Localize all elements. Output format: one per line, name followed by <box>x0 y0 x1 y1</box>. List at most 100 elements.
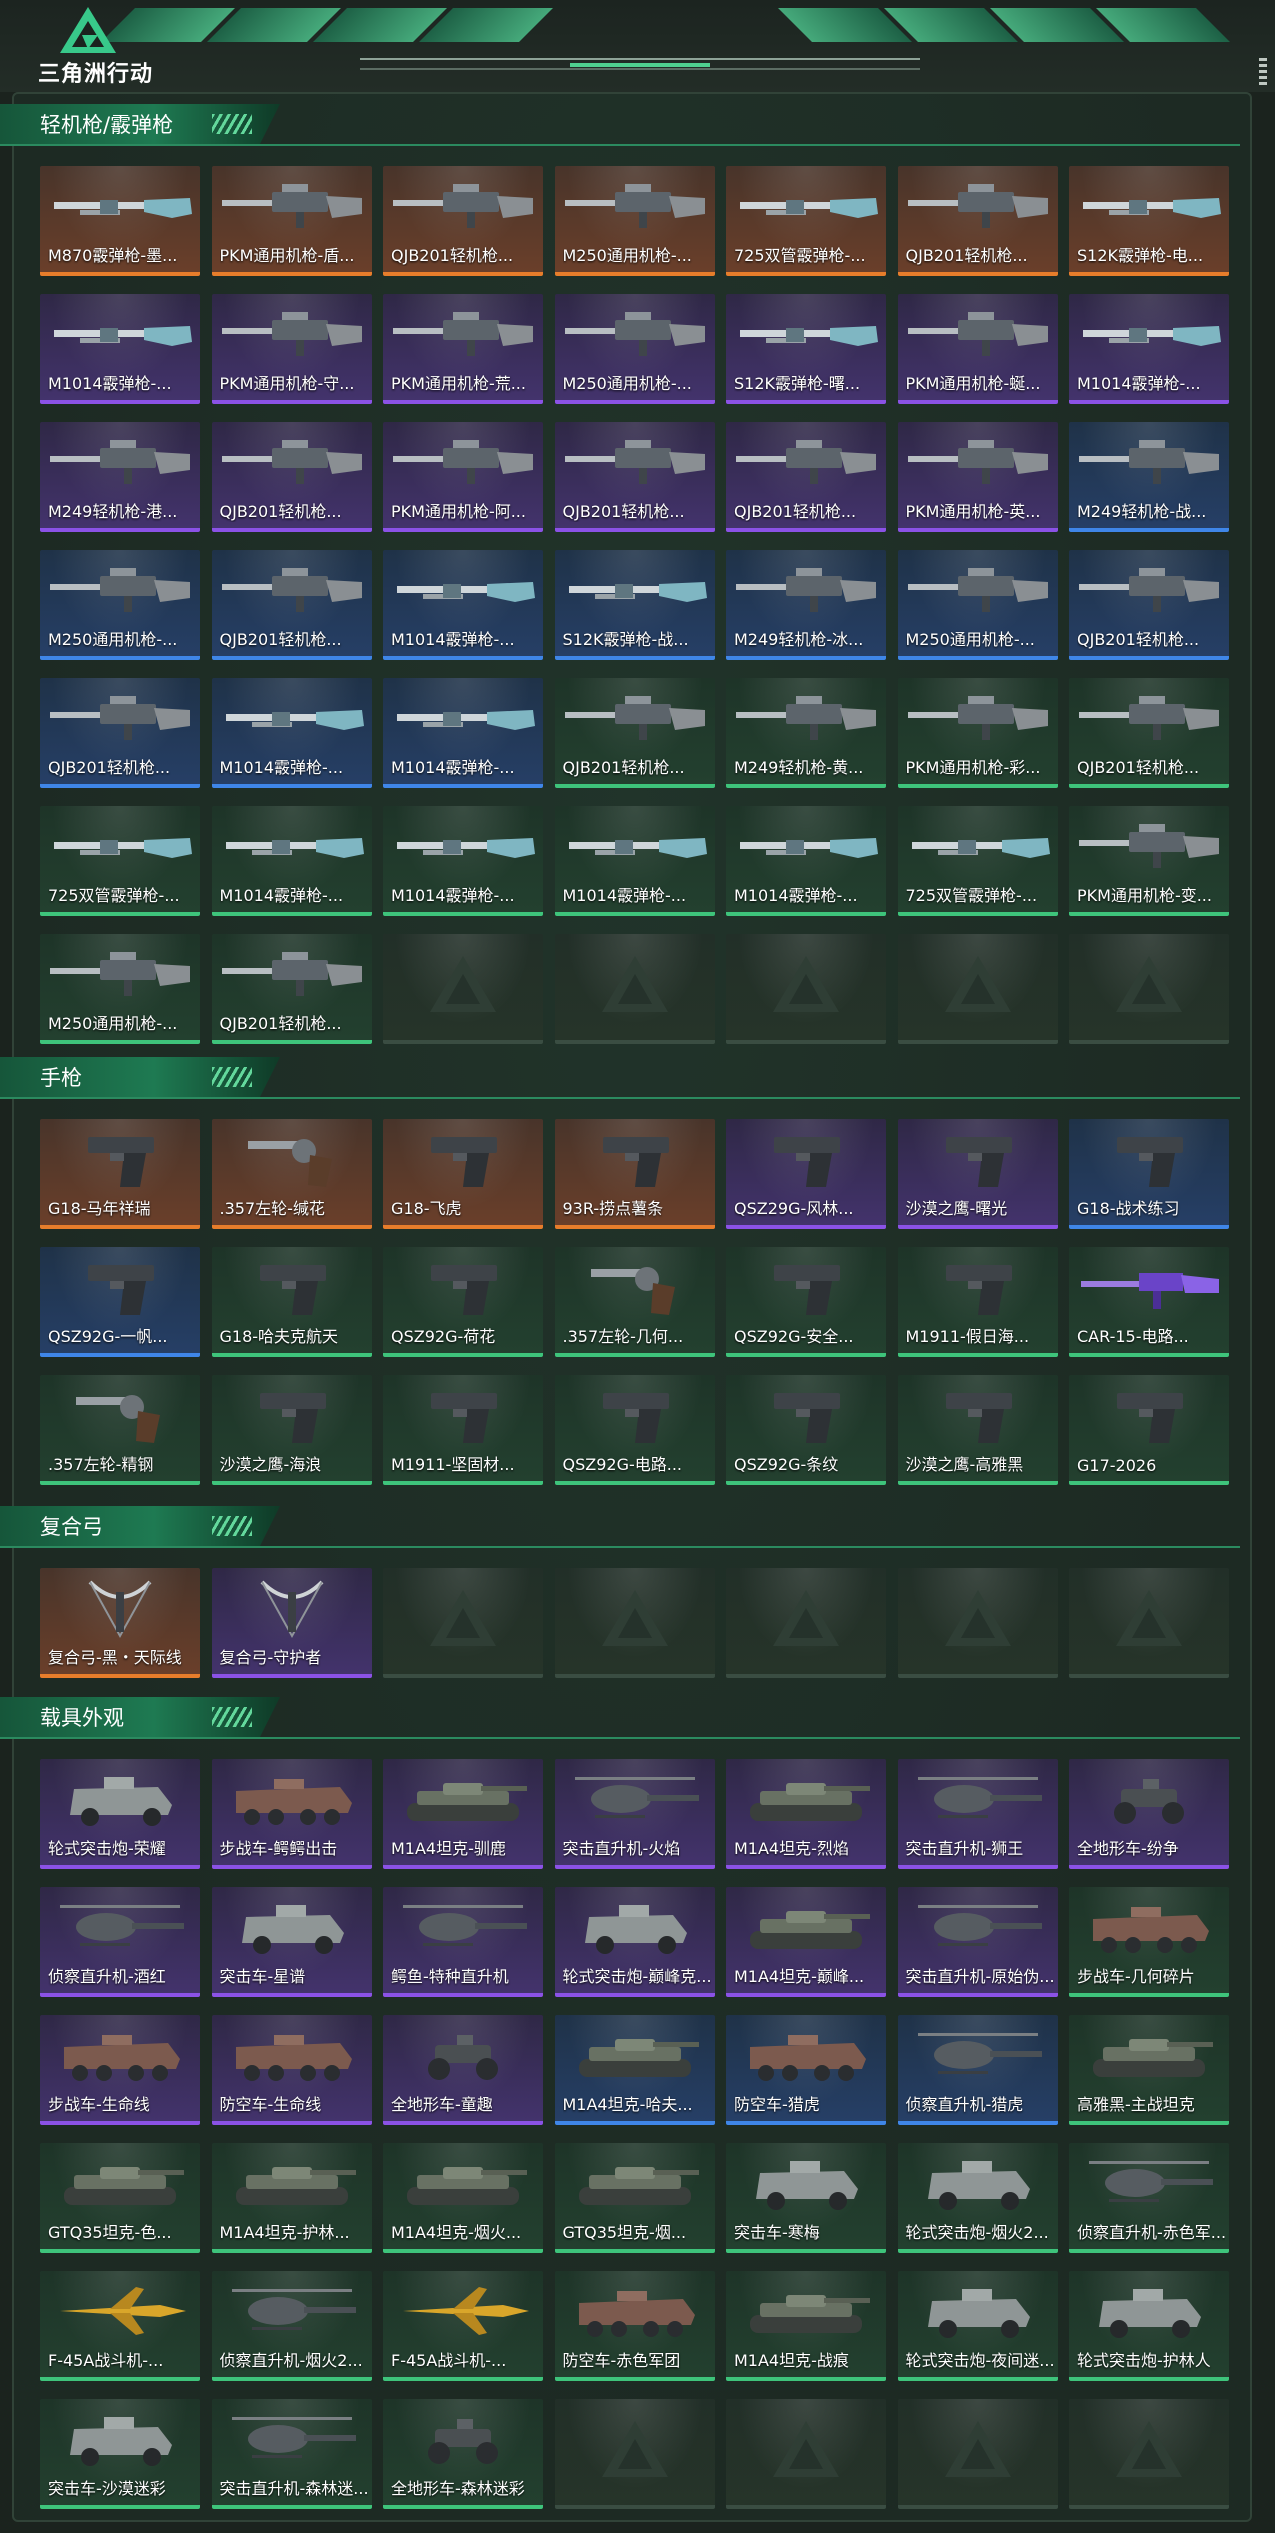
item-card[interactable]: QJB201轻机枪... <box>554 422 715 532</box>
item-card[interactable]: 步战车-几何碎片 <box>1069 1887 1229 1997</box>
item-card[interactable]: 突击直升机-狮王 <box>897 1759 1058 1869</box>
item-card[interactable]: M1014霰弹枪-... <box>211 678 372 788</box>
item-card[interactable]: PKM通用机枪-守... <box>211 294 372 404</box>
item-card[interactable]: 轮式突击炮-夜间迷... <box>897 2271 1058 2381</box>
item-card[interactable]: .357左轮-缄花 <box>211 1119 372 1229</box>
item-card[interactable]: 轮式突击炮-巅峰克... <box>554 1887 715 1997</box>
item-card[interactable]: QSZ92G-条纹 <box>726 1375 886 1485</box>
item-card[interactable]: 防空车-赤色军团 <box>554 2271 715 2381</box>
item-card[interactable]: 复合弓-黑・天际线 <box>40 1568 200 1678</box>
item-card[interactable]: 725双管霰弹枪-... <box>40 806 200 916</box>
item-card[interactable]: M1911-假日海... <box>897 1247 1058 1357</box>
item-card[interactable]: M249轻机枪-港... <box>40 422 200 532</box>
item-card[interactable]: M1014霰弹枪-... <box>1069 294 1229 404</box>
item-card[interactable]: 突击车-寒梅 <box>726 2143 886 2253</box>
item-card[interactable]: M250通用机枪-... <box>40 550 200 660</box>
item-card[interactable]: QJB201轻机枪... <box>554 678 715 788</box>
item-card[interactable]: M1014霰弹枪-... <box>383 678 543 788</box>
item-card[interactable]: S12K霰弹枪-战... <box>554 550 715 660</box>
item-card[interactable]: QJB201轻机枪... <box>726 422 886 532</box>
item-card[interactable]: G18-哈夫克航天 <box>211 1247 372 1357</box>
item-card[interactable]: M1014霰弹枪-... <box>211 806 372 916</box>
item-card[interactable]: 侦察直升机-酒红 <box>40 1887 200 1997</box>
item-card[interactable]: 725双管霰弹枪-... <box>726 166 886 276</box>
item-card[interactable]: QJB201轻机枪... <box>40 678 200 788</box>
item-card[interactable]: 突击直升机-火焰 <box>554 1759 715 1869</box>
item-card[interactable]: S12K霰弹枪-电... <box>1069 166 1229 276</box>
item-card[interactable]: QJB201轻机枪... <box>211 550 372 660</box>
item-card[interactable]: M1014霰弹枪-... <box>554 806 715 916</box>
item-card[interactable]: PKM通用机枪-变... <box>1069 806 1229 916</box>
item-card[interactable]: 步战车-生命线 <box>40 2015 200 2125</box>
item-card[interactable]: M870霰弹枪-墨... <box>40 166 200 276</box>
item-card[interactable]: M1A4坦克-烟火... <box>383 2143 543 2253</box>
item-card[interactable]: PKM通用机枪-盾... <box>211 166 372 276</box>
item-card[interactable]: 复合弓-守护者 <box>211 1568 372 1678</box>
item-card[interactable]: PKM通用机枪-英... <box>897 422 1058 532</box>
item-card[interactable]: QJB201轻机枪... <box>211 934 372 1044</box>
item-card[interactable]: QSZ92G-荷花 <box>383 1247 543 1357</box>
item-card[interactable]: 突击直升机-原始伪... <box>897 1887 1058 1997</box>
item-card[interactable]: F-45A战斗机-... <box>40 2271 200 2381</box>
item-card[interactable]: 突击车-沙漠迷彩 <box>40 2399 200 2509</box>
item-card[interactable]: PKM通用机枪-蜒... <box>897 294 1058 404</box>
item-card[interactable]: M249轻机枪-战... <box>1069 422 1229 532</box>
item-card[interactable]: .357左轮-精钢 <box>40 1375 200 1485</box>
item-card[interactable]: G18-飞虎 <box>383 1119 543 1229</box>
item-card[interactable]: 突击直升机-森林迷... <box>211 2399 372 2509</box>
item-card[interactable]: 侦察直升机-赤色军... <box>1069 2143 1229 2253</box>
item-card[interactable]: M1A4坦克-哈夫... <box>554 2015 715 2125</box>
item-card[interactable]: 突击车-星谱 <box>211 1887 372 1997</box>
item-card[interactable]: M1A4坦克-驯鹿 <box>383 1759 543 1869</box>
item-card[interactable]: 防空车-猎虎 <box>726 2015 886 2125</box>
item-card[interactable]: M249轻机枪-黄... <box>726 678 886 788</box>
item-card[interactable]: M1014霰弹枪-... <box>40 294 200 404</box>
item-card[interactable]: M250通用机枪-... <box>40 934 200 1044</box>
item-card[interactable]: QJB201轻机枪... <box>211 422 372 532</box>
item-card[interactable]: M1A4坦克-战痕 <box>726 2271 886 2381</box>
item-card[interactable]: 全地形车-童趣 <box>383 2015 543 2125</box>
item-card[interactable]: QJB201轻机枪... <box>897 166 1058 276</box>
item-card[interactable]: PKM通用机枪-阿... <box>383 422 543 532</box>
item-card[interactable]: PKM通用机枪-荒... <box>383 294 543 404</box>
item-card[interactable]: 步战车-鳄鳄出击 <box>211 1759 372 1869</box>
item-card[interactable]: G18-马年祥瑞 <box>40 1119 200 1229</box>
item-card[interactable]: QJB201轻机枪... <box>383 166 543 276</box>
item-card[interactable]: M249轻机枪-冰... <box>726 550 886 660</box>
item-card[interactable]: 93R-捞点薯条 <box>554 1119 715 1229</box>
item-card[interactable]: QSZ92G-安全... <box>726 1247 886 1357</box>
item-card[interactable]: 轮式突击炮-护林人 <box>1069 2271 1229 2381</box>
item-card[interactable]: QJB201轻机枪... <box>1069 550 1229 660</box>
item-card[interactable]: 侦察直升机-猎虎 <box>897 2015 1058 2125</box>
item-card[interactable]: CAR-15-电路... <box>1069 1247 1229 1357</box>
item-card[interactable]: 沙漠之鹰-海浪 <box>211 1375 372 1485</box>
item-card[interactable]: M1A4坦克-烈焰 <box>726 1759 886 1869</box>
item-card[interactable]: M1911-坚固材... <box>383 1375 543 1485</box>
item-card[interactable]: PKM通用机枪-彩... <box>897 678 1058 788</box>
item-card[interactable]: 防空车-生命线 <box>211 2015 372 2125</box>
item-card[interactable]: 沙漠之鹰-曙光 <box>897 1119 1058 1229</box>
item-card[interactable]: 全地形车-森林迷彩 <box>383 2399 543 2509</box>
item-card[interactable]: M1014霰弹枪-... <box>383 550 543 660</box>
item-card[interactable]: 轮式突击炮-荣耀 <box>40 1759 200 1869</box>
item-card[interactable]: M1A4坦克-护林... <box>211 2143 372 2253</box>
item-card[interactable]: G18-战术练习 <box>1069 1119 1229 1229</box>
item-card[interactable]: .357左轮-几何... <box>554 1247 715 1357</box>
item-card[interactable]: GTQ35坦克-烟... <box>554 2143 715 2253</box>
item-card[interactable]: 鳄鱼-特种直升机 <box>383 1887 543 1997</box>
item-card[interactable]: M250通用机枪-... <box>897 550 1058 660</box>
item-card[interactable]: G17-2026 <box>1069 1375 1229 1485</box>
item-card[interactable]: 轮式突击炮-烟火2... <box>897 2143 1058 2253</box>
item-card[interactable]: M1014霰弹枪-... <box>726 806 886 916</box>
item-card[interactable]: F-45A战斗机-... <box>383 2271 543 2381</box>
item-card[interactable]: QSZ92G-一帆... <box>40 1247 200 1357</box>
item-card[interactable]: M1A4坦克-巅峰... <box>726 1887 886 1997</box>
item-card[interactable]: QJB201轻机枪... <box>1069 678 1229 788</box>
item-card[interactable]: 725双管霰弹枪-... <box>897 806 1058 916</box>
item-card[interactable]: GTQ35坦克-色... <box>40 2143 200 2253</box>
item-card[interactable]: M250通用机枪-... <box>554 166 715 276</box>
item-card[interactable]: QSZ92G-电路... <box>554 1375 715 1485</box>
item-card[interactable]: 高雅黑-主战坦克 <box>1069 2015 1229 2125</box>
item-card[interactable]: 侦察直升机-烟火2... <box>211 2271 372 2381</box>
item-card[interactable]: 沙漠之鹰-高雅黑 <box>897 1375 1058 1485</box>
